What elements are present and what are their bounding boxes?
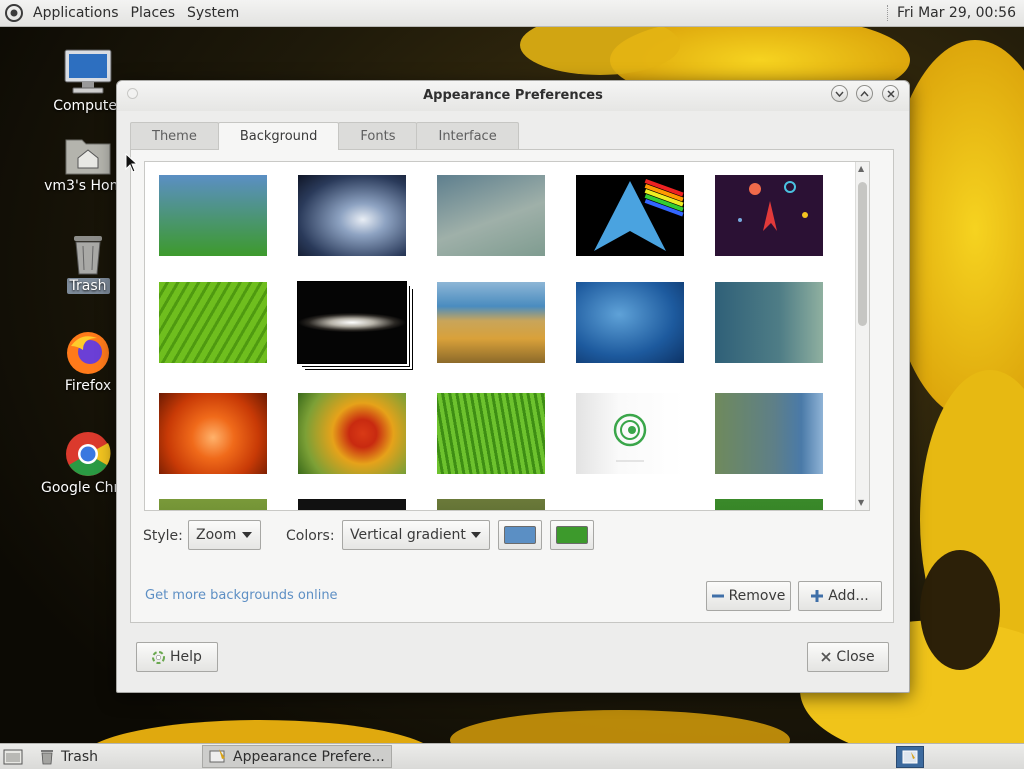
wallpaper-thumbnail[interactable] (576, 282, 684, 363)
computer-icon (64, 49, 112, 94)
desktop-icon-label: Computer (53, 98, 123, 114)
places-menu[interactable]: Places (128, 5, 179, 21)
system-menu[interactable]: System (184, 5, 242, 21)
secondary-color-button[interactable] (550, 520, 594, 550)
style-label: Style: (143, 528, 183, 544)
wallpaper-thumbnail[interactable] (715, 393, 823, 474)
style-combobox[interactable]: Zoom (188, 520, 261, 550)
chevron-up-icon (860, 90, 869, 96)
close-label: Close (836, 649, 875, 665)
distro-logo-icon[interactable] (4, 3, 24, 23)
primary-color-button[interactable] (498, 520, 542, 550)
wallpaper-thumbnail[interactable] (576, 499, 684, 510)
plus-icon (811, 590, 824, 602)
desktop-icon-label: Firefox (64, 378, 112, 394)
taskbar-item-label: Appearance Prefere... (233, 748, 385, 765)
remove-button[interactable]: Remove (706, 581, 791, 611)
primary-color-swatch (504, 526, 536, 544)
close-icon (886, 89, 895, 98)
close-window-button[interactable] (882, 85, 899, 102)
add-button[interactable]: Add... (798, 581, 882, 611)
applications-menu[interactable]: Applications (30, 5, 122, 21)
help-label: Help (170, 649, 202, 665)
panel-separator (886, 5, 889, 21)
tab-bar: Theme Background Fonts Interface (130, 122, 519, 150)
trash-icon (41, 750, 53, 765)
wallpaper-thumbnail[interactable] (298, 393, 406, 474)
desktop-icon-label: Trash (66, 278, 110, 294)
help-button[interactable]: Help (136, 642, 218, 672)
wallpaper-thumbnail[interactable] (159, 499, 267, 510)
background-tab-panel: ▲ ▼ Style: Zoom Colors: Vertical gradien… (130, 149, 894, 623)
secondary-color-swatch (556, 526, 588, 544)
mouse-cursor-icon (125, 153, 137, 173)
workspace-switcher[interactable] (896, 745, 924, 768)
minimize-button[interactable] (831, 85, 848, 102)
wallpaper-thumbnail[interactable] (159, 282, 267, 363)
workspace-window-icon (902, 750, 918, 763)
wallpaper-thumbnail[interactable] (715, 282, 823, 363)
wallpaper-thumbnail[interactable] (437, 499, 545, 510)
trash-icon (74, 236, 102, 275)
window-title: Appearance Preferences (423, 88, 603, 103)
show-desktop-icon[interactable] (3, 748, 23, 766)
wallpaper-thumbnail[interactable] (576, 175, 684, 256)
chevron-down-icon (835, 91, 844, 97)
appearance-preferences-icon (209, 749, 225, 763)
help-lifebuoy-icon (152, 650, 166, 664)
wallpaper-thumbnail[interactable] (298, 499, 406, 510)
bottom-panel: Trash Appearance Prefere... (0, 743, 1024, 769)
add-label: Add... (828, 588, 869, 604)
window-titlebar[interactable]: Appearance Preferences (117, 81, 909, 111)
arch-wallpaper-art (594, 179, 684, 251)
wallpaper-thumbnail[interactable] (159, 393, 267, 474)
dropdown-arrow-icon (242, 532, 252, 538)
wallpaper-thumbnail[interactable] (159, 175, 267, 256)
tab-fonts[interactable]: Fonts (338, 122, 418, 149)
tab-theme[interactable]: Theme (130, 122, 219, 149)
home-folder-icon (65, 139, 111, 175)
space-wallpaper-art (738, 181, 808, 231)
wallpaper-thumbnail[interactable] (437, 282, 545, 363)
logo-wallpaper-art (613, 413, 647, 462)
chrome-icon (66, 432, 111, 476)
minus-icon (711, 594, 724, 598)
close-icon (821, 652, 832, 662)
tab-background[interactable]: Background (217, 122, 340, 150)
get-more-backgrounds-link[interactable]: Get more backgrounds online (145, 588, 338, 603)
wallpaper-thumbnail[interactable] (437, 393, 545, 474)
colors-value: Vertical gradient (350, 527, 466, 543)
clock[interactable]: Fri Mar 29, 00:56 (897, 5, 1016, 21)
scrollbar-thumb[interactable] (858, 182, 867, 326)
wallpaper-thumbnail[interactable] (298, 175, 406, 256)
style-value: Zoom (196, 527, 237, 543)
appearance-preferences-window: Appearance Preferences Theme Background … (116, 80, 910, 693)
wallpaper-gallery[interactable]: ▲ ▼ (144, 161, 870, 511)
colors-combobox[interactable]: Vertical gradient (342, 520, 490, 550)
top-panel: Applications Places System Fri Mar 29, 0… (0, 0, 1024, 27)
scroll-up-arrow-icon[interactable]: ▲ (858, 164, 864, 173)
firefox-icon (67, 332, 109, 374)
remove-label: Remove (728, 588, 786, 604)
dropdown-arrow-icon (471, 532, 481, 538)
tab-interface[interactable]: Interface (416, 122, 519, 149)
taskbar-item-trash[interactable]: Trash (33, 745, 104, 768)
taskbar-item-appearance-preferences[interactable]: Appearance Prefere... (202, 745, 392, 768)
wallpaper-thumbnail[interactable] (715, 175, 823, 256)
close-button[interactable]: Close (807, 642, 889, 672)
wallpaper-thumbnail[interactable] (576, 393, 684, 474)
wallpaper-thumbnail-selected[interactable] (297, 281, 407, 364)
maximize-button[interactable] (856, 85, 873, 102)
taskbar-item-label: Trash (61, 748, 98, 765)
wallpaper-thumbnail[interactable] (437, 175, 545, 256)
wallpaper-thumbnail[interactable] (715, 499, 823, 510)
colors-label: Colors: (286, 528, 335, 544)
scroll-down-arrow-icon[interactable]: ▼ (858, 498, 864, 507)
gallery-scrollbar[interactable]: ▲ ▼ (855, 162, 869, 510)
